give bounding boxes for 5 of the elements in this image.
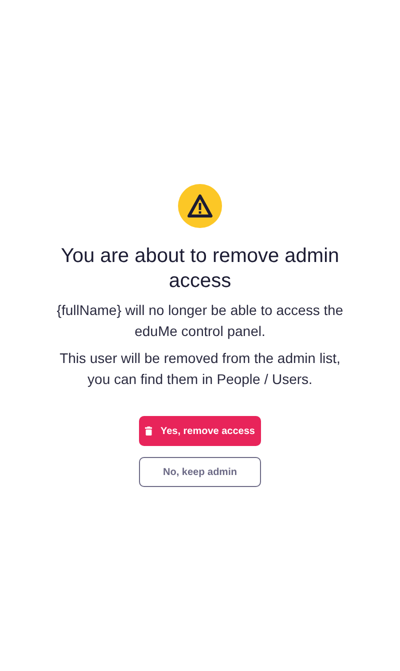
remove-access-button[interactable]: Yes, remove access bbox=[139, 416, 261, 446]
keep-admin-button[interactable]: No, keep admin bbox=[139, 457, 261, 487]
dialog-message: This user will be removed from the admin list, you can find them in People / Users. bbox=[58, 349, 342, 389]
dialog-message: {fullName} will no longer be able to access the eduMe control panel. bbox=[56, 301, 344, 341]
dialog-title: You are about to remove admin access bbox=[60, 244, 340, 294]
